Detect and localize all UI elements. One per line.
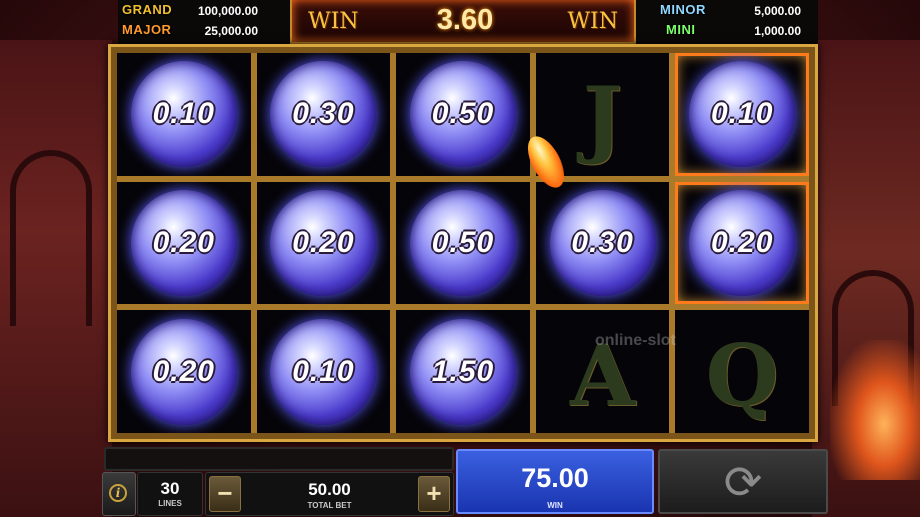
reel-cell: 0.10: [256, 310, 391, 433]
reel-cell: 0.10: [117, 53, 251, 176]
watermark: online-slot: [595, 332, 676, 349]
win-label-left: WIN: [308, 9, 359, 34]
lines-label: LINES: [158, 499, 182, 508]
reel-cell: 0.50: [396, 53, 530, 176]
reel-cell: 0.30: [256, 53, 391, 176]
jackpot-mini-value: 1,000.00: [754, 24, 801, 38]
total-bet-label: TOTAL BET: [307, 501, 352, 510]
jackpot-major-label: MAJOR: [122, 22, 172, 37]
jackpot-grand-label: GRAND: [122, 2, 173, 17]
reel-cell: 0.20: [256, 181, 391, 305]
jackpot-minor-label: MINOR: [660, 2, 706, 17]
reel-frame: 0.10 0.30 0.50 J 0.10 0.20 0.20 0.50 0.30 0.20 0.2…: [108, 44, 818, 442]
info-button[interactable]: i: [102, 472, 136, 516]
background-scenery-right: [812, 40, 920, 517]
total-bet-value: 50.00: [308, 480, 351, 499]
jackpot-mini-label: MINI: [666, 22, 696, 37]
furnace-fire: [830, 340, 920, 480]
orb-prize-value: 0.20: [711, 225, 774, 259]
orb-prize-value: 0.20: [152, 354, 215, 388]
bet-decrease-button[interactable]: −: [209, 476, 241, 512]
reel-cell: 0.10: [675, 53, 809, 176]
message-strip: [104, 447, 454, 471]
orb-prize-value: 0.20: [292, 225, 355, 259]
background-scenery-left: [0, 40, 112, 517]
reel-cell: A: [535, 310, 670, 433]
jackpot-grand-value: 100,000.00: [197, 4, 258, 18]
card-symbol-icon: Q: [705, 325, 779, 425]
reel-cell: 0.20: [675, 181, 809, 305]
win-display: 75.00 WIN: [456, 449, 654, 514]
orb-prize-value: 0.30: [571, 225, 634, 259]
win-total-label: WIN: [547, 501, 563, 510]
orb-prize-value: 0.50: [431, 225, 495, 259]
orb-prize-value: 0.30: [292, 97, 355, 131]
jackpot-major-value: 25,000.00: [204, 24, 258, 38]
spin-icon: ⟳: [723, 455, 763, 509]
orb-prize-value: 0.10: [152, 97, 215, 131]
stone-arch: [10, 150, 92, 326]
spin-button[interactable]: ⟳: [658, 449, 828, 514]
reel-cell: 0.20: [117, 310, 251, 433]
orb-prize-value: 0.50: [431, 97, 495, 131]
win-banner: WIN 3.60 WIN: [290, 0, 636, 44]
reel-grid: 0.10 0.30 0.50 J 0.10 0.20 0.20 0.50 0.30 0.20 0.2…: [117, 53, 809, 433]
info-icon: i: [109, 484, 127, 502]
reel-cell: 0.30: [535, 181, 670, 305]
jackpot-minor-value: 5,000.00: [754, 4, 801, 18]
win-label-right: WIN: [567, 9, 618, 34]
total-bet-control: − 50.00 TOTAL BET +: [205, 472, 454, 516]
orb-prize-value: 0.10: [292, 354, 355, 388]
lines-display: 30 LINES: [137, 472, 203, 516]
orb-prize-value: 1.50: [431, 354, 495, 388]
reel-cell: Q: [675, 310, 809, 433]
orb-prize-value: 0.20: [152, 225, 215, 259]
win-amount: 3.60: [436, 4, 494, 36]
lines-value: 30: [160, 479, 180, 498]
win-total-value: 75.00: [521, 463, 589, 493]
reel-cell: 1.50: [396, 310, 530, 433]
orb-prize-value: 0.10: [711, 97, 774, 131]
bet-increase-button[interactable]: +: [418, 476, 450, 512]
reel-cell: 0.20: [117, 181, 251, 305]
reel-cell: 0.50: [396, 181, 530, 305]
